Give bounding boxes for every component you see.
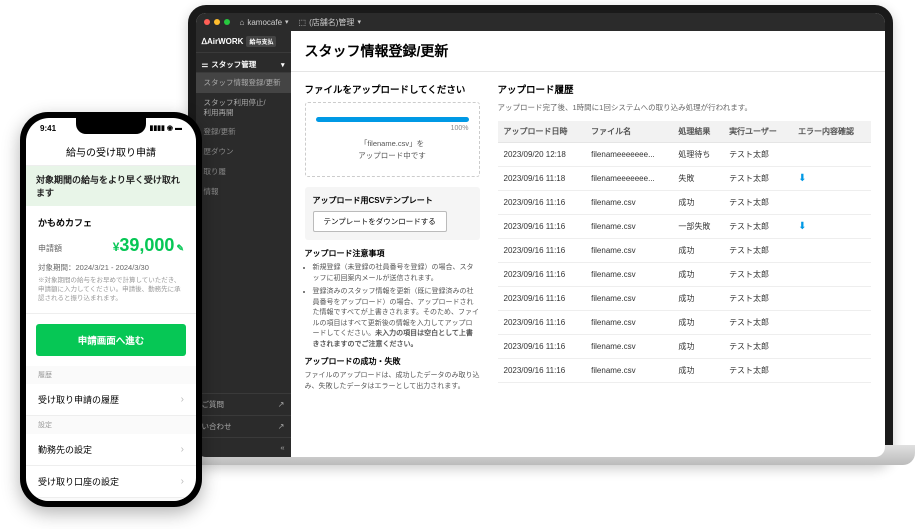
table-row: 2023/09/16 11:16filename.csv成功テスト太郎 [498,287,871,311]
history-subtitle: アップロード完了後、1時間に1回システムへの取り込み処理が行われます。 [498,102,871,113]
external-link-icon: ↗ [278,422,285,431]
upload-history-table: アップロード日時ファイル名処理結果実行ユーザーエラー内容確認 2023/09/2… [498,121,871,383]
phone-page-title: 給与の受け取り申請 [26,138,196,166]
template-title: アップロード用CSVテンプレート [313,195,472,206]
sidebar-item-partial-3[interactable]: 取り履 [196,162,291,182]
chevron-down-icon: ▾ [285,18,289,26]
sidebar-contact[interactable]: い合わせ↗ [196,415,291,437]
account-switcher[interactable]: ⌂ kamocafe ▾ [240,18,289,27]
description-text: ※対象期間の給与をお早めで計算していただき、申請額に入力してください。申請後、勤… [38,276,184,303]
proceed-button[interactable]: 申請画面へ進む [36,324,186,356]
edit-icon[interactable]: ✎ [176,243,184,253]
sidebar-item-register[interactable]: スタッフ情報登録/更新 [196,73,291,93]
chevron-right-icon: › [181,444,184,455]
chevron-right-icon: › [181,394,184,405]
shop-name: かもめカフェ [38,216,184,229]
home-icon: ⌂ [240,18,245,27]
upload-status-text: 「filename.csv」を アップロード中です [316,138,469,162]
table-header: 処理結果 [672,121,723,143]
upload-progress [316,117,469,122]
status-time: 9:41 [40,124,56,133]
sidebar-item-partial-1[interactable]: 登録/更新 [196,122,291,142]
signal-icon: ▮▮▮▮ [149,124,164,132]
upload-section-title: ファイルをアップロードしてください [305,82,480,96]
table-row: 2023/09/16 11:16filename.csv成功テスト太郎 [498,311,871,335]
table-row: 2023/09/16 11:16filename.csv成功テスト太郎 [498,335,871,359]
sidebar-item-partial-4[interactable]: 情報 [196,182,291,202]
table-row: 2023/09/16 11:16filename.csv成功テスト太郎 [498,263,871,287]
download-template-button[interactable]: テンプレートをダウンロードする [313,211,447,232]
store-switcher[interactable]: ⬚ (店舗名)管理 ▾ [299,17,361,28]
template-box: アップロード用CSVテンプレート テンプレートをダウンロードする [305,187,480,240]
notes-body-1: 新規登録（未登録の社員番号を登録）の場合、スタッフに初回案内メールが送信されます… [305,263,480,350]
upload-dropzone[interactable]: 100% 「filename.csv」を アップロード中です [305,102,480,177]
amount-value: ¥39,000✎ [113,235,184,256]
history-title: アップロード履歴 [498,82,871,96]
notes-heading-1: アップロード注意事項 [305,248,480,259]
table-header: ファイル名 [585,121,672,143]
table-row: 2023/09/16 11:18filenameeeeeee...失敗テスト太郎… [498,167,871,191]
chevron-down-icon: ▾ [357,18,361,26]
table-row: 2023/09/16 11:16filename.csv成功テスト太郎 [498,359,871,383]
window-close[interactable] [204,19,210,25]
sidebar-section-staff[interactable]: ⚌ スタッフ管理 ▾ [196,53,291,73]
upload-percent: 100% [316,125,469,132]
request-card: かもめカフェ 申請額 ¥39,000✎ 対象期間：2024/3/21 - 202… [26,206,196,314]
page-title: スタッフ情報登録/更新 [291,31,885,72]
laptop-mockup: ⌂ kamocafe ▾ ⬚ (店舗名)管理 ▾ ᐃ AirWORK 給与支払 [165,5,915,510]
wifi-icon: ◉ [167,124,173,132]
store-icon: ⬚ [299,18,307,27]
notes-heading-2: アップロードの成功・失敗 [305,356,480,367]
download-error-icon[interactable]: ⬇ [798,221,806,232]
table-row: 2023/09/16 11:16filename.csv一部失敗テスト太郎⬇ [498,215,871,239]
download-error-icon[interactable]: ⬇ [798,173,806,184]
table-row: 2023/09/20 12:18filenameeeeeee...処理待ちテスト… [498,143,871,167]
table-header: 実行ユーザー [723,121,792,143]
sidebar: ᐃ AirWORK 給与支払 ⚌ スタッフ管理 ▾ スタッフ情報登録/更新 スタ… [196,31,291,457]
table-row: 2023/09/16 11:16filename.csv成功テスト太郎 [498,239,871,263]
period-text: 対象期間：2024/3/21 - 2024/3/30 [38,262,184,273]
amount-label: 申請額 [38,243,62,254]
sidebar-item-partial-2[interactable]: 歴ダウン [196,142,291,162]
notes-body-2: ファイルのアップロードは、成功したデータのみ取り込み、失敗したデータはエラーとし… [305,371,480,392]
external-link-icon: ↗ [278,400,285,409]
table-header: エラー内容確認 [792,121,870,143]
section-label-history: 履歴 [26,366,196,384]
window-maximize[interactable] [224,19,230,25]
people-icon: ⚌ [202,60,209,69]
battery-icon: ▬ [175,125,182,132]
collapse-icon: « [280,443,284,452]
app-logo: ᐃ AirWORK 給与支払 [196,31,291,53]
list-item-account[interactable]: 受け取り口座の設定› [26,466,196,498]
phone-banner: 対象期間の給与をより早く受け取れます [26,166,196,206]
chevron-down-icon: ▾ [281,61,285,69]
list-item-history[interactable]: 受け取り申請の履歴› [26,384,196,416]
sidebar-item-suspend[interactable]: スタッフ利用停止/ 利用再開 [196,93,291,123]
phone-notch [76,118,146,134]
section-label-settings: 設定 [26,416,196,434]
main-content: スタッフ情報登録/更新 ファイルをアップロードしてください 100% 「file… [291,31,885,457]
phone-mockup: 9:41 ▮▮▮▮ ◉ ▬ 給与の受け取り申請 対象期間の給与をより早く受け取れ… [20,112,202,507]
sidebar-collapse[interactable]: « [196,437,291,457]
app-titlebar: ⌂ kamocafe ▾ ⬚ (店舗名)管理 ▾ [196,13,885,31]
table-row: 2023/09/16 11:16filename.csv成功テスト太郎 [498,191,871,215]
sidebar-faq[interactable]: ご質問↗ [196,393,291,415]
section-label-other: その他 [26,498,196,501]
chevron-right-icon: › [181,476,184,487]
window-minimize[interactable] [214,19,220,25]
list-item-workplace[interactable]: 勤務先の設定› [26,434,196,466]
table-header: アップロード日時 [498,121,586,143]
